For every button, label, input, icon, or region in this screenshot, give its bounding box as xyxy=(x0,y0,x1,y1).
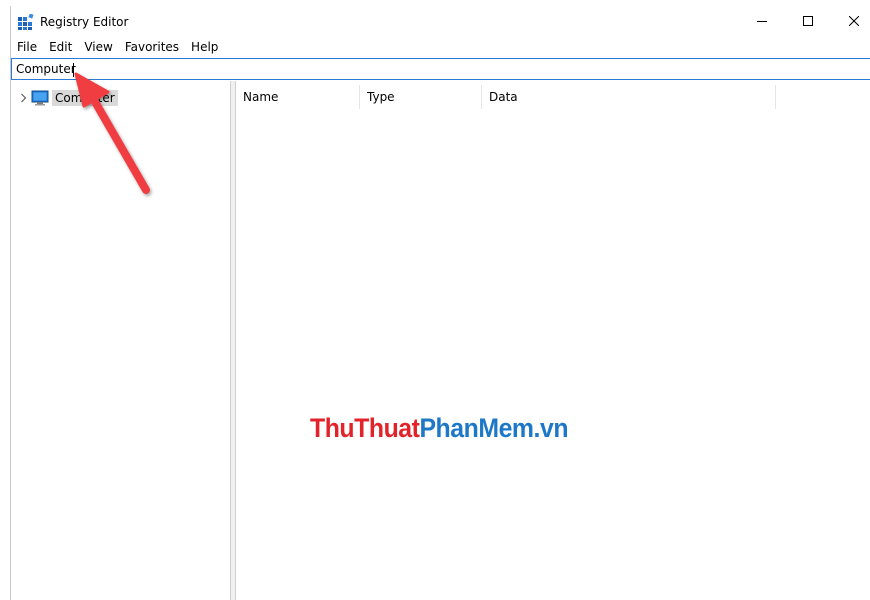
column-header-type[interactable]: Type xyxy=(360,85,482,109)
title-bar[interactable]: Registry Editor xyxy=(11,6,870,36)
expand-chevron-icon[interactable] xyxy=(17,90,29,106)
close-button[interactable] xyxy=(831,6,870,36)
menu-file[interactable]: File xyxy=(11,39,43,57)
column-header-data[interactable]: Data xyxy=(482,85,776,109)
values-list-pane[interactable]: Name Type Data xyxy=(236,81,870,600)
minimize-button[interactable] xyxy=(739,6,785,36)
watermark-red-part: ThuThuat xyxy=(310,413,420,443)
tree-node-computer[interactable]: Computer xyxy=(17,89,118,107)
registry-editor-window: Registry Editor File Edit View Favorites… xyxy=(10,6,870,600)
text-caret xyxy=(73,63,74,77)
list-header: Name Type Data xyxy=(236,85,776,109)
minimize-icon xyxy=(757,21,767,22)
column-header-name[interactable]: Name xyxy=(236,85,360,109)
maximize-icon xyxy=(803,16,813,26)
address-bar[interactable] xyxy=(11,58,870,80)
watermark-blue-part: PhanMem.vn xyxy=(419,413,569,443)
menu-view[interactable]: View xyxy=(78,39,118,57)
menu-edit[interactable]: Edit xyxy=(43,39,78,57)
window-title: Registry Editor xyxy=(40,15,129,29)
watermark-logo: ThuThuatPhanMem.vn xyxy=(310,412,569,444)
maximize-button[interactable] xyxy=(785,6,831,36)
menu-favorites[interactable]: Favorites xyxy=(119,39,185,57)
address-input[interactable] xyxy=(16,61,846,77)
tree-pane[interactable]: Computer xyxy=(11,81,230,600)
menu-help[interactable]: Help xyxy=(185,39,224,57)
registry-editor-app-icon xyxy=(18,14,34,30)
close-icon xyxy=(849,16,859,26)
menu-bar: File Edit View Favorites Help xyxy=(11,39,224,57)
computer-icon xyxy=(31,90,49,106)
tree-label-computer[interactable]: Computer xyxy=(52,90,118,106)
